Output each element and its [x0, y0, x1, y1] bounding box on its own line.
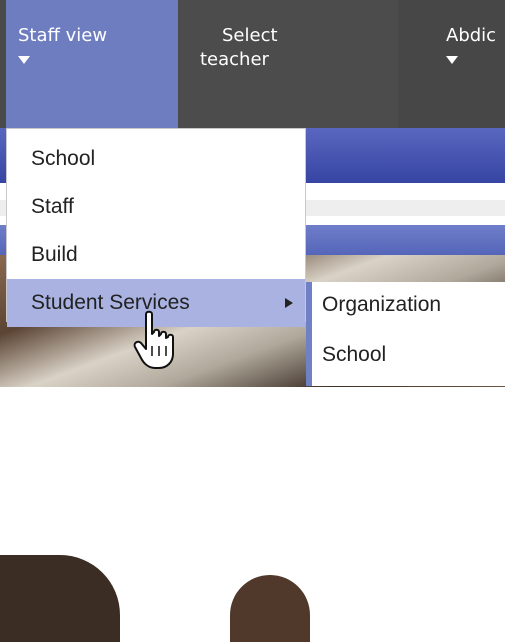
- tab-abdic-label: Abdic: [446, 25, 497, 46]
- staff-view-dropdown: School Staff Build Student Services: [6, 128, 306, 327]
- arrow-right-icon: [285, 298, 293, 308]
- menu-item-label: School: [31, 147, 96, 170]
- submenu-item-organization[interactable]: Organization: [322, 292, 441, 318]
- hand-pointer-cursor-icon: [133, 310, 174, 369]
- menu-item-build[interactable]: Build: [7, 231, 305, 279]
- tab-select-teacher-line2: teacher: [200, 49, 269, 70]
- submenu-item-school[interactable]: School: [322, 342, 386, 368]
- menu-item-label: Build: [31, 243, 78, 266]
- menu-item-school[interactable]: School: [7, 135, 305, 183]
- tab-select-teacher-line1: Select: [222, 25, 278, 46]
- tab-staff-view-label: Staff view: [18, 25, 108, 46]
- tab-staff-view[interactable]: Staff view: [6, 0, 178, 128]
- caret-down-icon: [18, 56, 30, 64]
- caret-down-icon: [446, 56, 458, 64]
- top-nav: Staff view Select teacher Abdic: [0, 0, 505, 128]
- tab-abdic[interactable]: Abdic: [398, 0, 505, 128]
- submenu-item-label: Organization: [322, 293, 442, 316]
- menu-item-label: Staff: [31, 195, 74, 218]
- tab-select-teacher[interactable]: Select teacher: [178, 0, 398, 128]
- photo-shadow-left: [0, 555, 120, 642]
- submenu-item-label: School: [322, 343, 387, 366]
- student-services-submenu: Organization School: [306, 282, 505, 386]
- photo-shadow-center: [230, 575, 310, 642]
- menu-item-staff[interactable]: Staff: [7, 183, 305, 231]
